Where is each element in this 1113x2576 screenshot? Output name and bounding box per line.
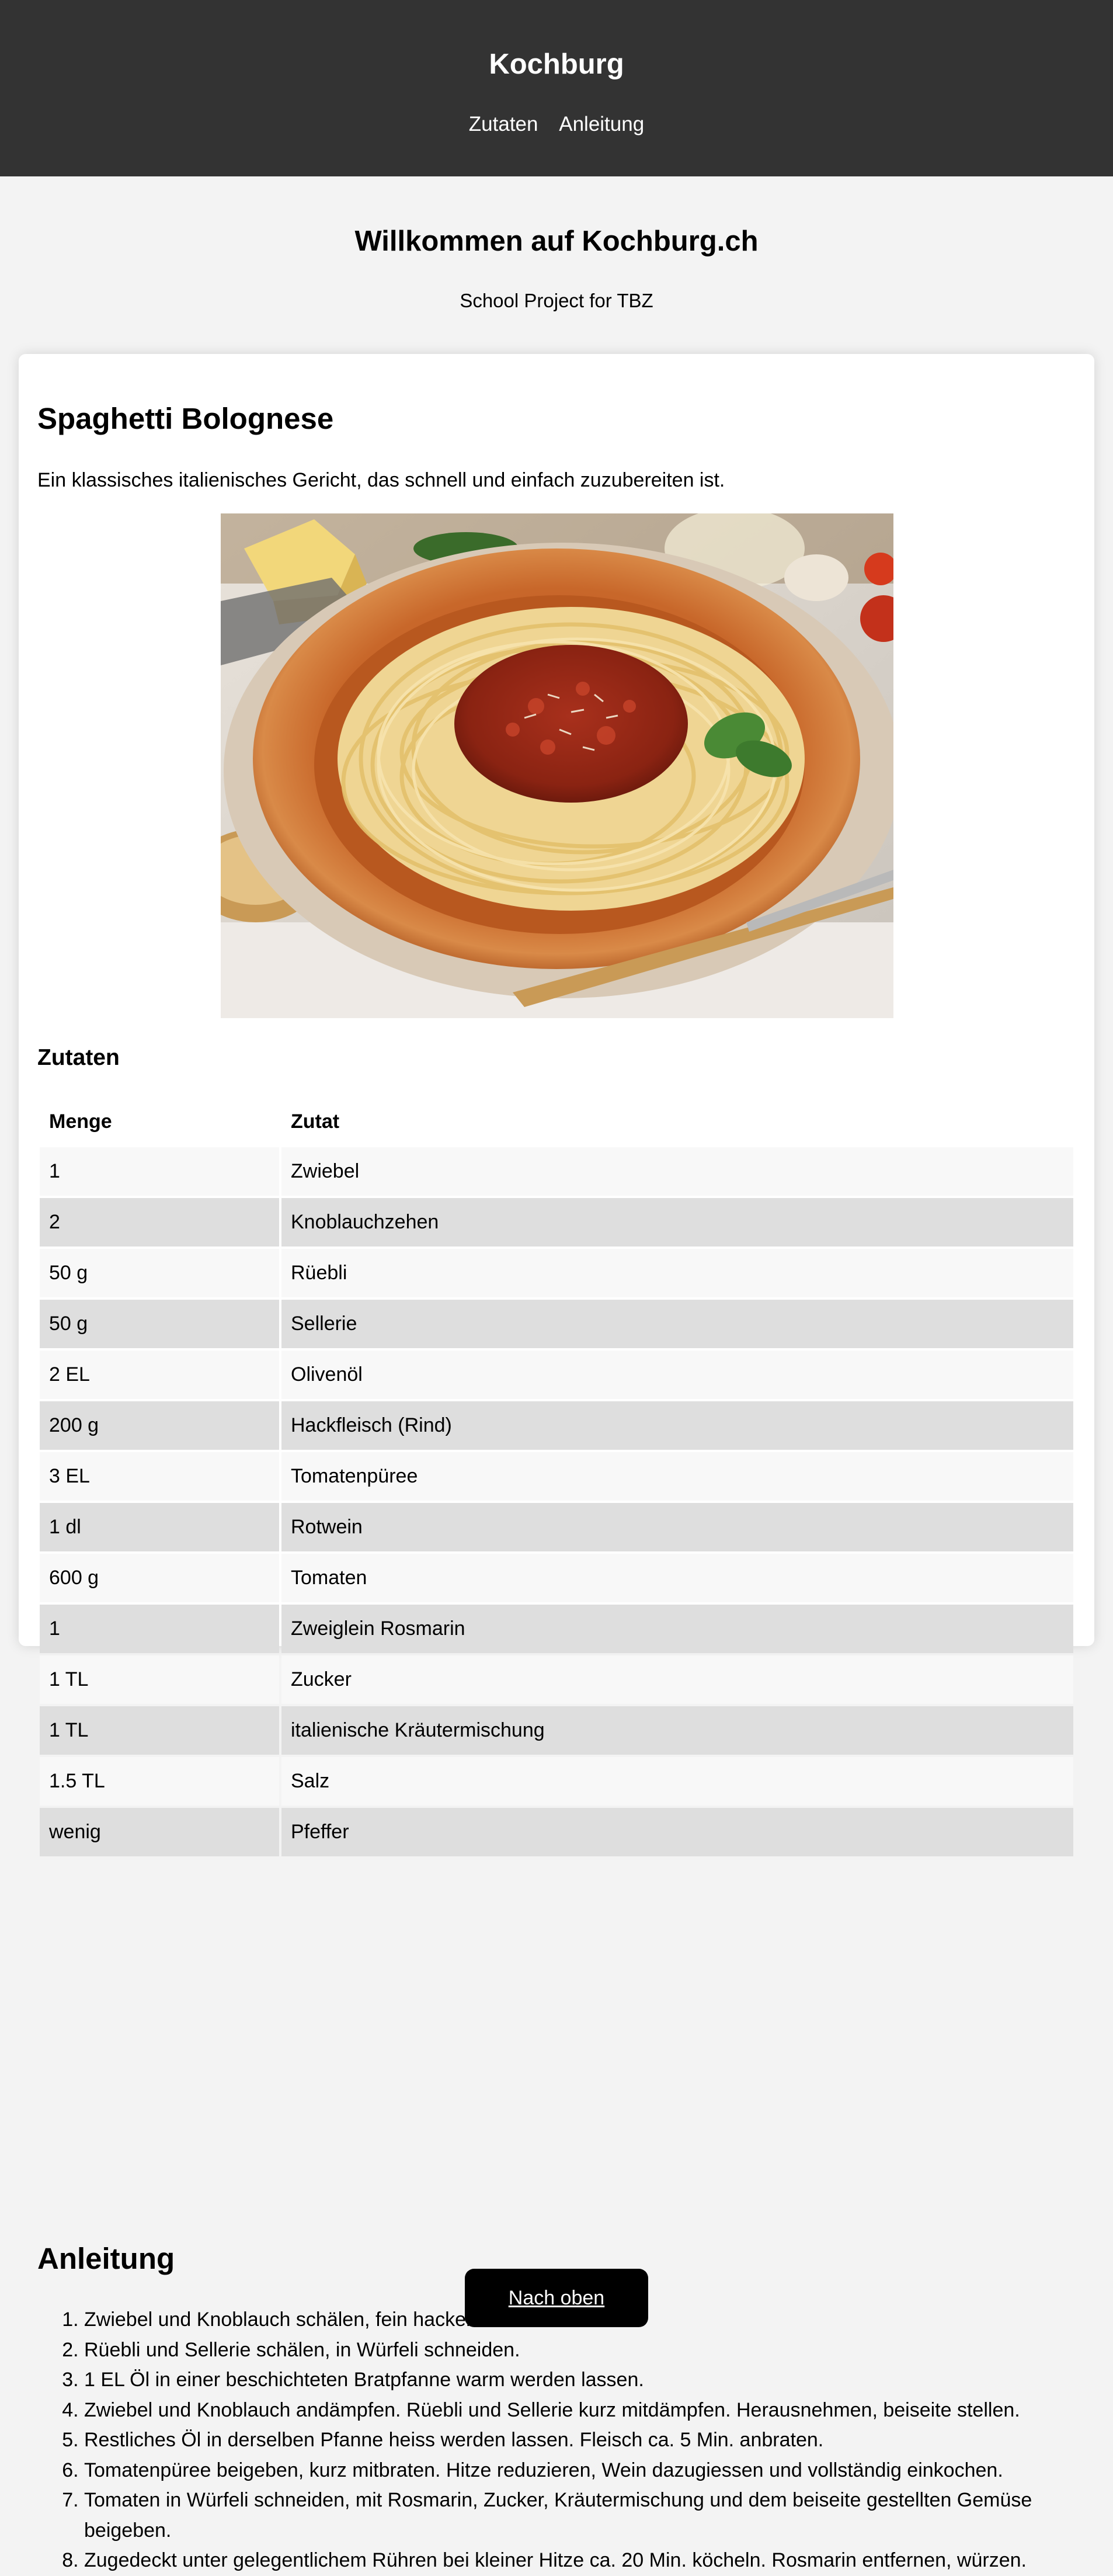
site-title: Kochburg	[489, 48, 624, 80]
ingredient-cell: italienische Kräutermischung	[281, 1706, 1073, 1755]
quantity-cell: 2	[40, 1198, 279, 1247]
table-row: 1 Zwiebel	[40, 1147, 1073, 1196]
quantity-cell: 2 EL	[40, 1351, 279, 1399]
ingredient-cell: Tomatenpüree	[281, 1452, 1073, 1501]
ingredient-cell: Pfeffer	[281, 1808, 1073, 1856]
ingredient-cell: Hackfleisch (Rind)	[281, 1401, 1073, 1450]
table-row: wenig Pfeffer	[40, 1808, 1073, 1856]
ingredient-cell: Zweiglein Rosmarin	[281, 1605, 1073, 1653]
list-item: Zugedeckt unter gelegentlichem Rühren be…	[84, 2546, 1094, 2576]
list-item: 1 EL Öl in einer beschichteten Bratpfann…	[84, 2365, 1094, 2396]
main-nav: Zutaten Anleitung	[0, 109, 1113, 140]
quantity-cell: 200 g	[40, 1401, 279, 1450]
ingredient-cell: Rüebli	[281, 1249, 1073, 1297]
quantity-cell: 1.5 TL	[40, 1757, 279, 1806]
back-to-top-button[interactable]: Nach oben	[465, 2269, 648, 2327]
list-item: Restliches Öl in derselben Pfanne heiss …	[84, 2425, 1094, 2456]
table-row: 2 EL Olivenöl	[40, 1351, 1073, 1399]
nav-link-zutaten[interactable]: Zutaten	[469, 113, 538, 136]
table-header-row: Menge Zutat	[40, 1098, 1073, 1145]
table-row: 1.5 TL Salz	[40, 1757, 1073, 1806]
list-item: Tomatenpüree beigeben, kurz mitbraten. H…	[84, 2456, 1094, 2486]
instructions-list: Zwiebel und Knoblauch schälen, fein hack…	[37, 2305, 1094, 2576]
welcome-subtitle: School Project for TBZ	[460, 290, 653, 311]
column-header-ingredient: Zutat	[291, 1110, 340, 1133]
instructions-heading: Anleitung	[37, 2242, 175, 2275]
quantity-cell: 1 dl	[40, 1503, 279, 1551]
recipe-title: Spaghetti Bolognese	[37, 402, 334, 435]
site-header: Kochburg Zutaten Anleitung	[0, 0, 1113, 176]
ingredient-cell: Knoblauchzehen	[281, 1198, 1073, 1247]
quantity-cell: 1	[40, 1605, 279, 1653]
quantity-cell: 50 g	[40, 1300, 279, 1348]
quantity-cell: 600 g	[40, 1554, 279, 1602]
table-row: 600 g Tomaten	[40, 1554, 1073, 1602]
table-row: 3 EL Tomatenpüree	[40, 1452, 1073, 1501]
table-row: 200 g Hackfleisch (Rind)	[40, 1401, 1073, 1450]
list-item: Zwiebel und Knoblauch andämpfen. Rüebli …	[84, 2396, 1094, 2426]
recipe-description: Ein klassisches italienisches Gericht, d…	[37, 469, 725, 491]
table-row: 50 g Rüebli	[40, 1249, 1073, 1297]
table-row: 2 Knoblauchzehen	[40, 1198, 1073, 1247]
ingredient-cell: Olivenöl	[281, 1351, 1073, 1399]
ingredient-cell: Sellerie	[281, 1300, 1073, 1348]
table-row: 1 TL italienische Kräutermischung	[40, 1706, 1073, 1755]
quantity-cell: 1	[40, 1147, 279, 1196]
ingredient-cell: Salz	[281, 1757, 1073, 1806]
table-row: 1 dl Rotwein	[40, 1503, 1073, 1551]
ingredients-table: Menge Zutat 1 Zwiebel 2 Knoblauchzehen 50 …	[37, 1096, 1076, 1859]
recipe-card: Spaghetti Bolognese Ein klassisches ital…	[19, 354, 1094, 2571]
column-header-quantity: Menge	[49, 1110, 112, 1133]
quantity-cell: wenig	[40, 1808, 279, 1856]
table-row: 1 TL Zucker	[40, 1655, 1073, 1704]
quantity-cell: 1 TL	[40, 1706, 279, 1755]
quantity-cell: 50 g	[40, 1249, 279, 1297]
ingredient-cell: Rotwein	[281, 1503, 1073, 1551]
welcome-title: Willkommen auf Kochburg.ch	[354, 225, 759, 257]
ingredient-cell: Zwiebel	[281, 1147, 1073, 1196]
ingredient-cell: Tomaten	[281, 1554, 1073, 1602]
ingredient-cell: Zucker	[281, 1655, 1073, 1704]
list-item: Tomaten in Würfeli schneiden, mit Rosmar…	[84, 2485, 1094, 2546]
quantity-cell: 1 TL	[40, 1655, 279, 1704]
nav-link-anleitung[interactable]: Anleitung	[559, 113, 644, 136]
table-row: 50 g Sellerie	[40, 1300, 1073, 1348]
ingredients-heading: Zutaten	[37, 1045, 120, 1070]
quantity-cell: 3 EL	[40, 1452, 279, 1501]
table-row: 1 Zweiglein Rosmarin	[40, 1605, 1073, 1653]
list-item: Rüebli und Sellerie schälen, in Würfeli …	[84, 2335, 1094, 2366]
recipe-photo	[221, 513, 893, 1018]
